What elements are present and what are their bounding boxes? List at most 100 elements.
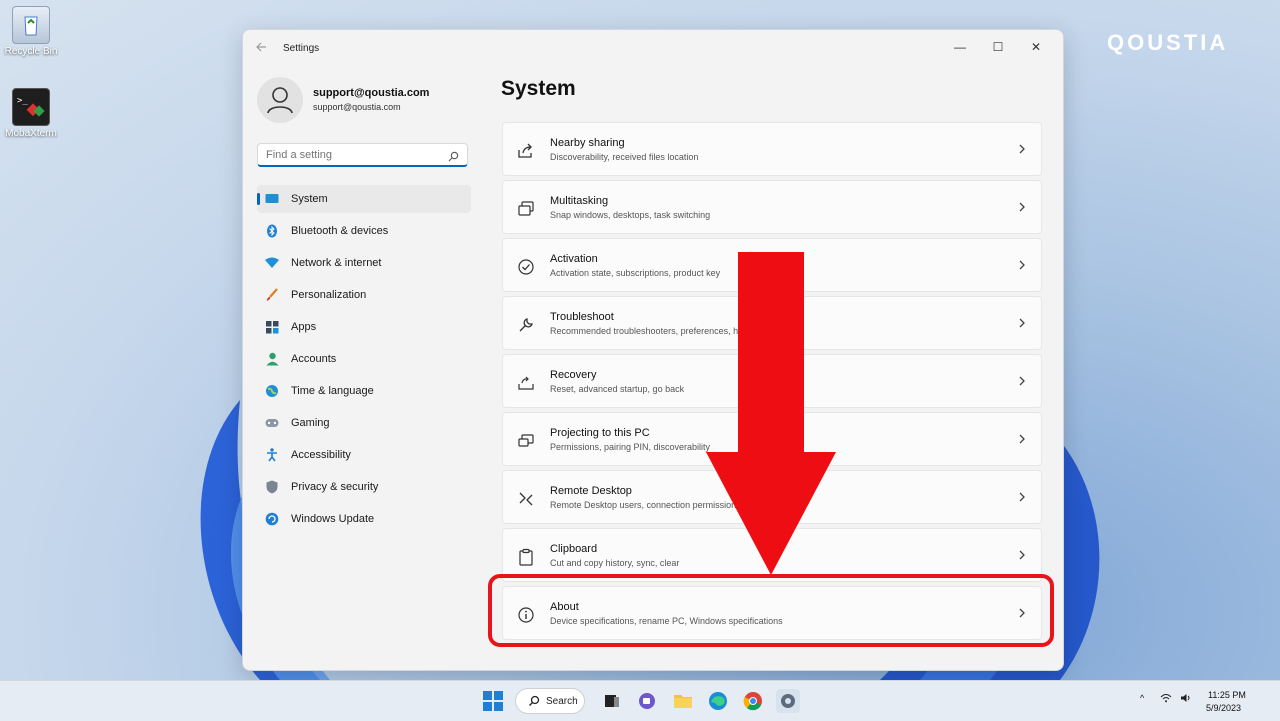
settings-app-icon[interactable] [776,689,800,713]
sidebar-item-label: System [291,193,328,205]
title-bar: Settings — ☐ ✕ [243,30,1063,66]
settings-card-nearby-sharing[interactable]: Nearby sharing Discoverability, received… [502,122,1042,176]
tray-chevron-icon[interactable]: ^ [1140,693,1144,703]
clock-date[interactable]: 5/9/2023 [1206,703,1241,713]
taskbar-search-label: Search [546,696,578,707]
sidebar-item-bluetooth[interactable]: Bluetooth & devices [257,217,471,245]
sidebar-item-label: Privacy & security [291,481,379,493]
chrome-icon[interactable] [741,689,765,713]
card-subtitle: Cut and copy history, sync, clear [550,558,680,568]
accessibility-icon [265,448,279,462]
sidebar-nav: System Bluetooth & devices Network & int… [257,185,471,537]
desktop-icon-label: Recycle Bin [4,46,58,57]
clipboard-icon [517,548,535,566]
window-title: Settings [283,43,320,54]
apps-icon [265,320,279,334]
sidebar-item-network[interactable]: Network & internet [257,249,471,277]
sidebar-item-time-language[interactable]: Time & language [257,377,471,405]
shield-icon [265,480,279,494]
page-title: System [501,77,576,100]
sidebar-item-label: Bluetooth & devices [291,225,389,237]
check-circle-icon [517,258,535,276]
projector-icon [517,432,535,450]
wrench-icon [517,316,535,334]
card-title: Recovery [550,369,597,381]
card-title: Remote Desktop [550,485,632,497]
chevron-right-icon [1017,548,1027,562]
avatar[interactable] [257,77,303,123]
card-title: Troubleshoot [550,311,614,323]
globe-icon [265,384,279,398]
recycle-bin-icon [12,6,50,44]
sidebar-item-label: Accounts [291,353,337,365]
brush-icon [265,288,279,302]
chevron-right-icon [1017,316,1027,330]
file-explorer-icon[interactable] [671,689,695,713]
sidebar-item-personalization[interactable]: Personalization [257,281,471,309]
card-title: Clipboard [550,543,598,555]
multitask-icon [517,200,535,218]
chevron-right-icon [1017,258,1027,272]
recovery-icon [517,374,535,392]
edge-icon[interactable] [706,689,730,713]
person-icon [265,352,279,366]
desktop-icon-recycle-bin[interactable]: Recycle Bin [0,6,66,57]
card-subtitle: Reset, advanced startup, go back [550,384,685,394]
sidebar-item-accessibility[interactable]: Accessibility [257,441,471,469]
bluetooth-icon [265,224,279,238]
chevron-right-icon [1017,142,1027,156]
chevron-right-icon [1017,374,1027,388]
taskbar-search[interactable]: Search [515,688,585,714]
system-icon [265,192,279,206]
update-icon [265,512,279,526]
card-subtitle: Snap windows, desktops, task switching [550,210,711,220]
card-title: Projecting to this PC [550,427,650,439]
maximize-button[interactable]: ☐ [981,36,1015,58]
remote-icon [517,490,535,508]
back-arrow-icon[interactable] [255,40,271,56]
card-title: Nearby sharing [550,137,625,149]
start-button[interactable] [481,689,505,713]
share-icon [517,142,535,160]
card-subtitle: Activation state, subscriptions, product… [550,268,721,278]
sidebar-item-gaming[interactable]: Gaming [257,409,471,437]
taskbar: Search ^ 11:25 PM 5/9/2023 [0,680,1280,721]
card-subtitle: Permissions, pairing PIN, discoverabilit… [550,442,711,452]
desktop-icon-mobaxterm[interactable]: >_ MobaXterm [0,88,66,139]
chat-icon[interactable] [635,689,659,713]
brand-watermark: QOUSTIA [1107,30,1229,55]
sidebar-item-windows-update[interactable]: Windows Update [257,505,471,533]
sidebar-item-label: Time & language [291,385,374,397]
desktop-icon-label: MobaXterm [5,128,57,139]
mobaxterm-icon: >_ [12,88,50,126]
sidebar-item-label: Accessibility [291,449,351,461]
volume-icon[interactable] [1180,693,1192,705]
search-box[interactable] [257,143,468,167]
sidebar-item-accounts[interactable]: Accounts [257,345,471,373]
chevron-right-icon [1017,200,1027,214]
wifi-icon [265,256,279,270]
search-input[interactable] [264,148,448,162]
sidebar-item-privacy-security[interactable]: Privacy & security [257,473,471,501]
profile-name: support@qoustia.com [313,87,430,99]
card-title: Activation [550,253,598,265]
sidebar-item-apps[interactable]: Apps [257,313,471,341]
card-subtitle: Discoverability, received files location [550,152,699,162]
about-highlight-box [488,574,1054,647]
profile-email: support@qoustia.com [313,102,401,112]
sidebar-item-label: Personalization [291,289,367,301]
clock-time[interactable]: 11:25 PM [1208,690,1246,700]
down-arrow-annotation [706,252,836,575]
search-icon [448,149,459,167]
close-button[interactable]: ✕ [1019,36,1053,58]
minimize-button[interactable]: — [943,36,977,58]
wifi-tray-icon[interactable] [1160,693,1172,705]
task-view-icon[interactable] [600,689,624,713]
settings-card-multitasking[interactable]: Multitasking Snap windows, desktops, tas… [502,180,1042,234]
sidebar-item-label: Windows Update [291,513,375,525]
card-title: Multitasking [550,195,609,207]
sidebar-item-system[interactable]: System [257,185,471,213]
sidebar-item-label: Network & internet [291,257,382,269]
sidebar-item-label: Apps [291,321,317,333]
chevron-right-icon [1017,432,1027,446]
